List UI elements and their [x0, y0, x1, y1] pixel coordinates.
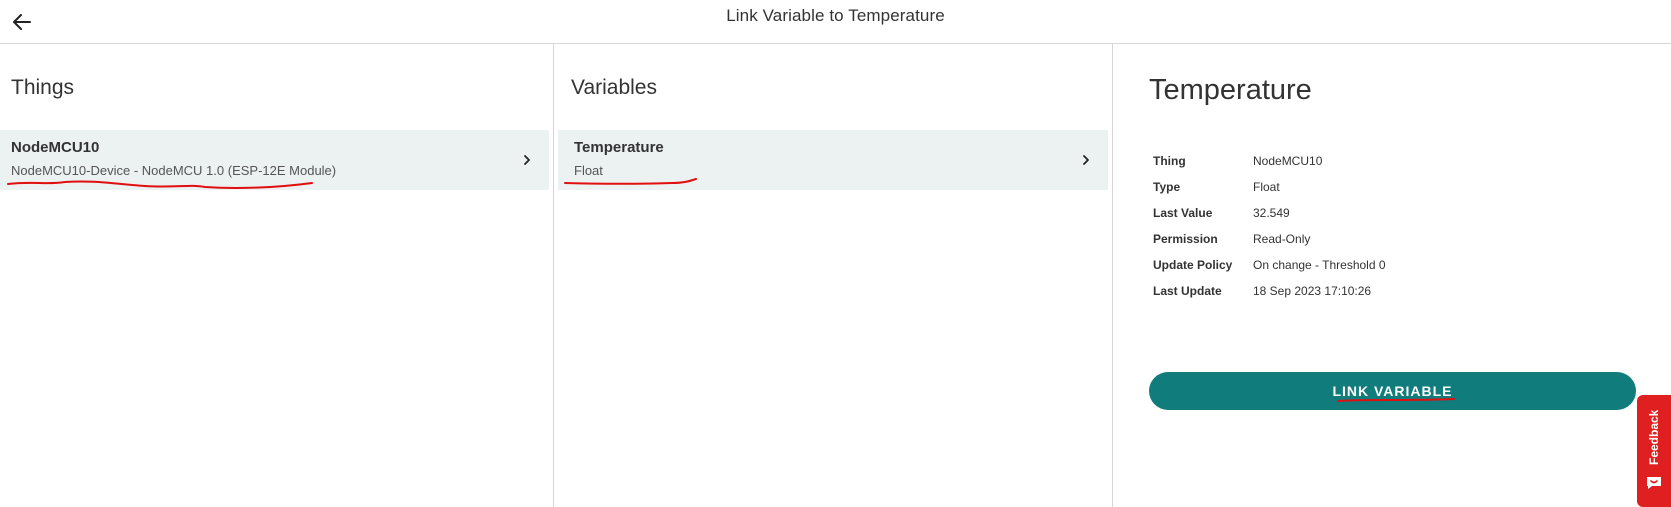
variable-detail-panel: Temperature Thing NodeMCU10 Type Float L… — [1113, 44, 1671, 507]
variable-name: Temperature — [574, 139, 664, 156]
detail-value: Read-Only — [1253, 232, 1311, 246]
detail-value: On change - Threshold 0 — [1253, 258, 1386, 272]
top-bar: Link Variable to Temperature — [0, 0, 1671, 44]
chevron-right-icon — [524, 155, 530, 165]
detail-row: Type Float — [1153, 174, 1386, 200]
variable-item-temperature[interactable]: Temperature Float — [558, 130, 1108, 190]
detail-row: Permission Read-Only — [1153, 226, 1386, 252]
detail-value: 18 Sep 2023 17:10:26 — [1253, 284, 1372, 298]
detail-key: Update Policy — [1153, 258, 1233, 272]
detail-key: Permission — [1153, 232, 1218, 246]
thing-device: NodeMCU10-Device - NodeMCU 1.0 (ESP-12E … — [11, 163, 337, 178]
page-title: Link Variable to Temperature — [726, 6, 945, 25]
variable-type: Float — [574, 163, 603, 178]
things-column: Things NodeMCU10 NodeMCU10-Device - Node… — [0, 44, 554, 507]
detail-key: Type — [1153, 180, 1181, 194]
detail-value: 32.549 — [1253, 206, 1290, 220]
detail-title: Temperature — [1149, 74, 1312, 106]
feedback-button[interactable]: Feedback — [1637, 395, 1671, 507]
chevron-right-icon — [1083, 155, 1089, 165]
detail-value: Float — [1253, 180, 1280, 194]
link-variable-button[interactable]: LINK VARIABLE — [1149, 372, 1636, 410]
detail-key: Last Update — [1153, 284, 1222, 298]
detail-key: Last Value — [1153, 206, 1213, 220]
detail-row: Thing NodeMCU10 — [1153, 148, 1386, 174]
variables-column: Variables Temperature Float — [554, 44, 1113, 507]
detail-value: NodeMCU10 — [1253, 154, 1323, 168]
detail-row: Update Policy On change - Threshold 0 — [1153, 252, 1386, 278]
red-underline-annotation — [1337, 398, 1455, 402]
thing-name: NodeMCU10 — [11, 139, 100, 156]
variables-heading: Variables — [571, 76, 657, 99]
feedback-label: Feedback — [1647, 409, 1661, 465]
detail-row: Last Value 32.549 — [1153, 200, 1386, 226]
detail-key: Thing — [1153, 154, 1186, 168]
thing-item-nodemcu10[interactable]: NodeMCU10 NodeMCU10-Device - NodeMCU 1.0… — [0, 130, 549, 190]
chat-icon — [1647, 477, 1661, 489]
things-heading: Things — [11, 76, 75, 99]
detail-table: Thing NodeMCU10 Type Float Last Value 32… — [1153, 148, 1386, 304]
detail-row: Last Update 18 Sep 2023 17:10:26 — [1153, 278, 1386, 304]
